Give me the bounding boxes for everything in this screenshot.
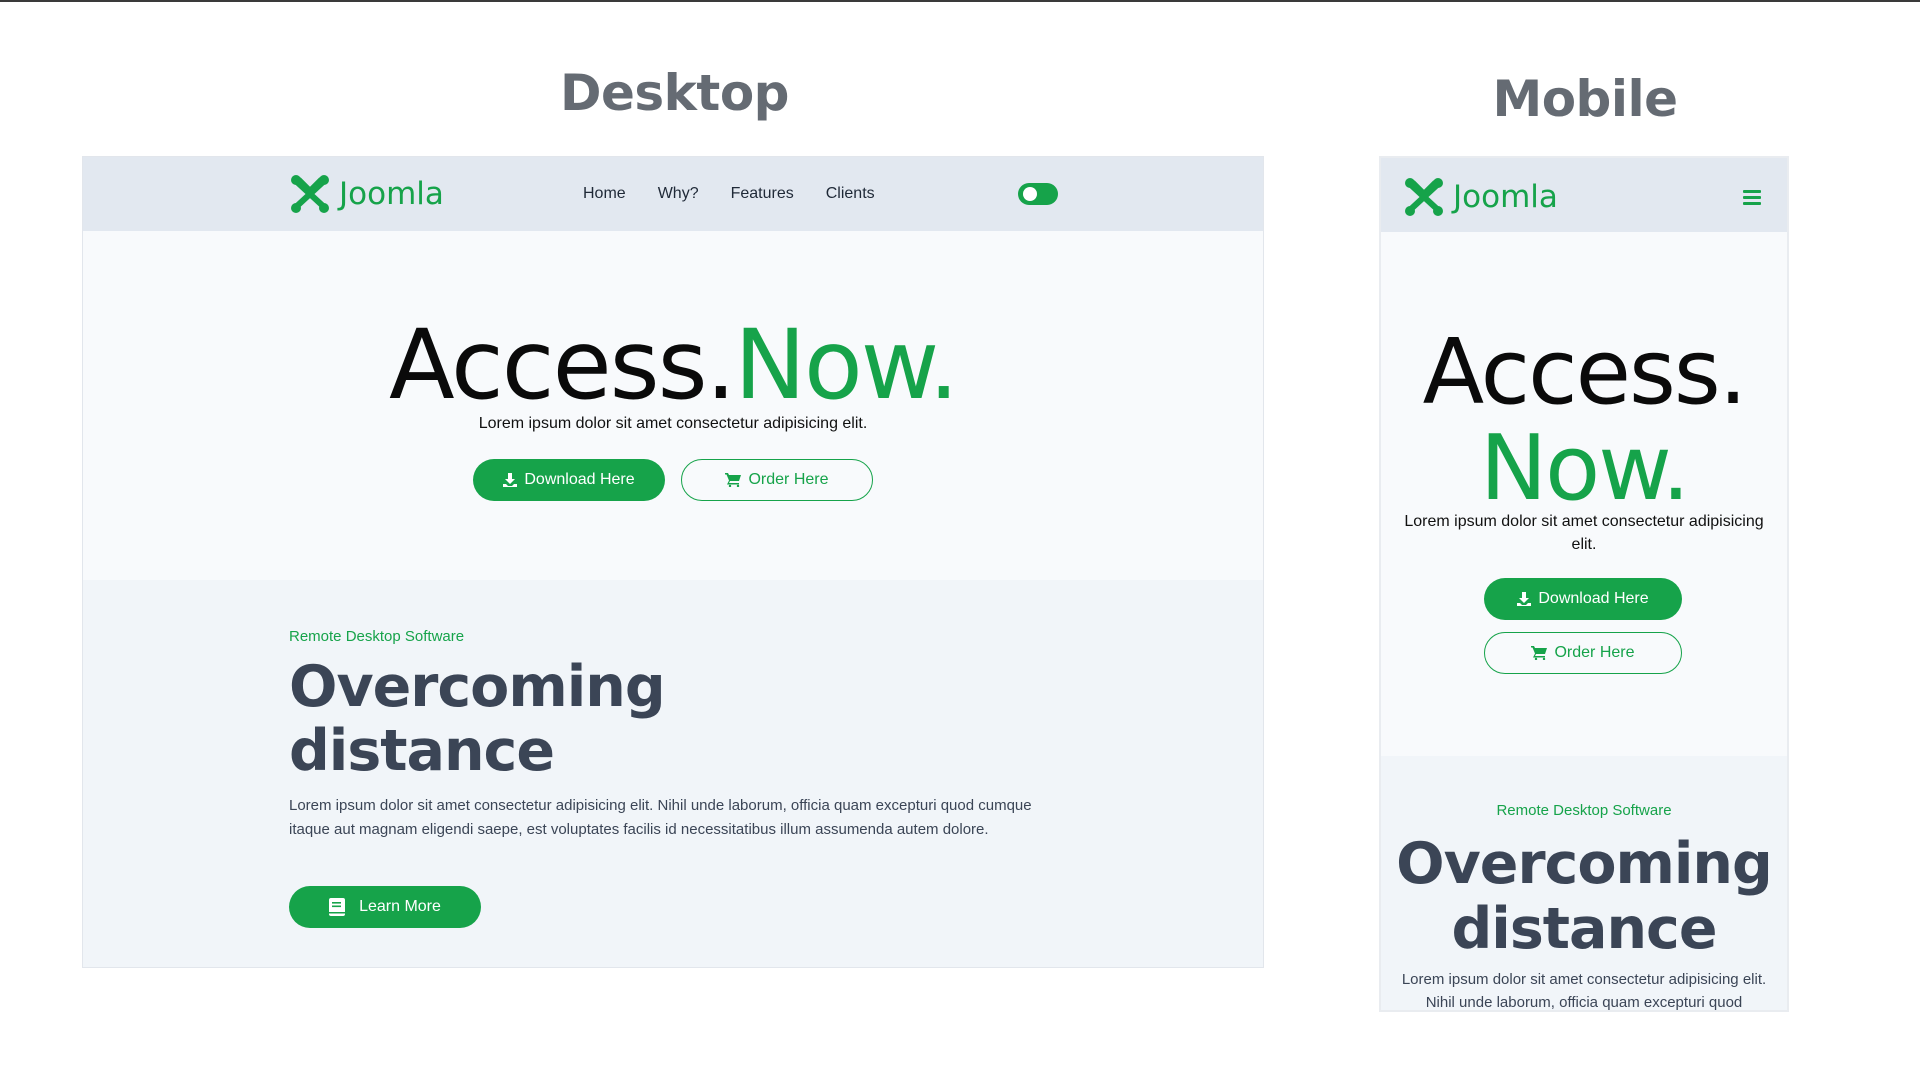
- hero-title-part2: Now.: [734, 309, 959, 421]
- download-icon: [1517, 592, 1532, 606]
- joomla-logo-icon: [1405, 178, 1443, 216]
- theme-toggle[interactable]: [1018, 183, 1058, 205]
- desktop-label: Desktop: [560, 64, 789, 122]
- hero-subtitle: Lorem ipsum dolor sit amet consectetur a…: [478, 415, 868, 432]
- download-icon: [503, 473, 518, 487]
- nav-why[interactable]: Why?: [658, 185, 699, 203]
- order-button[interactable]: Order Here: [681, 459, 873, 501]
- mobile-label: Mobile: [1492, 70, 1678, 128]
- mobile-section-kicker: Remote Desktop Software: [1496, 802, 1672, 819]
- learn-more-button[interactable]: Learn More: [289, 886, 481, 928]
- mobile-order-button[interactable]: Order Here: [1484, 632, 1682, 674]
- mobile-section-heading-line2: distance: [1451, 895, 1717, 962]
- navbar: Joomla Home Why? Features Clients: [83, 157, 1263, 231]
- hero-title: Access.Now.: [83, 317, 1263, 413]
- order-label: Order Here: [748, 471, 829, 488]
- section-paragraph: Lorem ipsum dolor sit amet consectetur a…: [289, 797, 1032, 838]
- mobile-section-heading-line1: Overcoming: [1396, 831, 1773, 897]
- mobile-download-button[interactable]: Download Here: [1484, 578, 1682, 620]
- nav-home[interactable]: Home: [583, 185, 626, 203]
- section-heading-line2: distance: [289, 718, 555, 785]
- download-button[interactable]: Download Here: [473, 459, 665, 501]
- mobile-section-paragraph: Lorem ipsum dolor sit amet consectetur a…: [1401, 971, 1767, 1011]
- mobile-features-section: Remote Desktop Software Overcoming distan…: [1381, 756, 1787, 1011]
- nav-features[interactable]: Features: [731, 185, 794, 203]
- top-divider: [0, 0, 1920, 2]
- features-section: Remote Desktop Software Overcoming distan…: [83, 580, 1263, 967]
- mobile-brand-name: Joomla: [1453, 179, 1558, 215]
- mobile-hero-title-part1: Access.: [1422, 320, 1748, 425]
- section-heading-line1: Overcoming: [289, 654, 666, 720]
- mobile-navbar: Joomla: [1381, 158, 1787, 232]
- nav-links: Home Why? Features Clients: [583, 185, 875, 203]
- mobile-order-label: Order Here: [1554, 644, 1635, 661]
- cart-icon: [1531, 646, 1548, 660]
- desktop-preview: Joomla Home Why? Features Clients Access…: [82, 156, 1264, 968]
- mobile-brand-logo[interactable]: Joomla: [1403, 175, 1558, 219]
- section-kicker: Remote Desktop Software: [289, 628, 465, 645]
- nav-clients[interactable]: Clients: [826, 185, 875, 203]
- learn-more-label: Learn More: [359, 898, 441, 915]
- mobile-hero-subtitle: Lorem ipsum dolor sit amet consectetur a…: [1404, 513, 1764, 553]
- brand-name: Joomla: [339, 176, 444, 212]
- joomla-logo-icon: [291, 175, 329, 213]
- mobile-preview: Joomla Access. Now. Lorem ipsum dolor si…: [1379, 156, 1789, 1012]
- section-heading: Overcoming distance: [289, 655, 889, 784]
- brand-logo[interactable]: Joomla: [289, 172, 444, 216]
- book-icon: [329, 898, 346, 916]
- mobile-hero-title-part2: Now.: [1479, 416, 1690, 521]
- hamburger-menu-icon[interactable]: [1743, 190, 1761, 205]
- mobile-section-heading: Overcoming distance: [1381, 832, 1787, 962]
- download-label: Download Here: [524, 471, 635, 488]
- mobile-download-label: Download Here: [1538, 590, 1649, 607]
- cart-icon: [725, 473, 742, 487]
- hero-title-part1: Access.: [389, 309, 736, 421]
